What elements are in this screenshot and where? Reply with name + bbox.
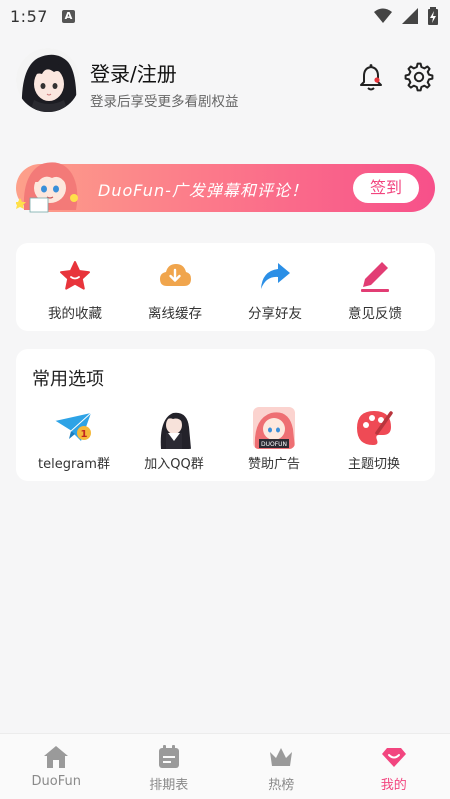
nav-item-mine[interactable]: 我的	[338, 734, 450, 799]
quick-action-label: 分享好友	[248, 306, 302, 322]
feedback-button[interactable]: 意见反馈	[330, 259, 420, 322]
status-time: 1:57	[10, 6, 48, 26]
nav-item-duofun[interactable]: DuoFun	[0, 734, 113, 799]
quick-actions-card: 我的收藏 离线缓存 分享好友 意见反馈	[16, 243, 435, 331]
calendar-icon	[156, 744, 182, 770]
profile-header: 登录/注册 登录后享受更多看剧权益	[16, 48, 436, 118]
cloud-download-icon	[158, 259, 192, 293]
duofun-mascot-icon: DUOFUN	[253, 407, 295, 449]
option-label: 赞助广告	[247, 457, 300, 472]
nav-item-schedule[interactable]: 排期表	[113, 734, 226, 799]
sponsor-caption: DUOFUN	[261, 441, 287, 448]
wifi-icon	[374, 8, 392, 23]
duofun-mascot-icon	[14, 154, 86, 214]
bell-icon[interactable]	[356, 62, 386, 92]
telegram-badge: 1	[81, 429, 88, 440]
common-options-card: 常用选项 1 telegram群 加入QQ群 DUOFUN 赞助广告 主题切换	[16, 349, 435, 481]
theme-switch-button[interactable]: 主题切换	[324, 407, 424, 472]
quick-action-label: 意见反馈	[348, 306, 402, 322]
nav-label: 热榜	[268, 778, 295, 793]
diamond-heart-icon	[381, 744, 407, 770]
option-label: telegram群	[38, 457, 110, 472]
login-register-link[interactable]: 登录/注册	[90, 58, 177, 87]
star-icon	[58, 259, 92, 293]
palette-icon	[353, 407, 395, 449]
quick-action-label: 我的收藏	[48, 306, 102, 322]
battery-icon	[428, 7, 438, 25]
home-icon	[43, 744, 69, 770]
notification-badge: A	[61, 9, 75, 23]
section-title: 常用选项	[32, 369, 104, 390]
cellular-signal-icon	[402, 8, 418, 24]
share-arrow-icon	[258, 259, 292, 293]
login-subtitle: 登录后享受更多看剧权益	[90, 94, 239, 110]
option-label: 主题切换	[347, 457, 400, 472]
share-friends-button[interactable]: 分享好友	[230, 259, 320, 322]
nav-label: 我的	[380, 778, 407, 793]
edit-pencil-icon	[358, 259, 392, 293]
nav-label: 排期表	[149, 778, 189, 793]
paper-plane-icon: 1	[53, 407, 95, 449]
option-label: 加入QQ群	[144, 457, 204, 472]
anime-character-icon	[153, 407, 195, 449]
status-bar: 1:57 A	[0, 0, 450, 32]
favorites-button[interactable]: 我的收藏	[30, 259, 120, 322]
offline-cache-button[interactable]: 离线缓存	[130, 259, 220, 322]
anime-girl-avatar[interactable]	[16, 48, 80, 112]
nav-item-hot[interactable]: 热榜	[225, 734, 338, 799]
qq-group-button[interactable]: 加入QQ群	[124, 407, 224, 472]
bottom-navigation: DuoFun 排期表 热榜 我的	[0, 733, 450, 799]
quick-action-label: 离线缓存	[148, 306, 202, 322]
telegram-group-button[interactable]: 1 telegram群	[24, 407, 124, 472]
nav-label: DuoFun	[31, 774, 81, 789]
checkin-button[interactable]: 签到	[353, 173, 419, 203]
gear-icon[interactable]	[404, 62, 434, 92]
checkin-banner[interactable]: DuoFun-广发弹幕和评论！ 签到	[14, 162, 435, 213]
sponsor-ad-button[interactable]: DUOFUN 赞助广告	[224, 407, 324, 472]
crown-icon	[268, 744, 294, 770]
banner-text: DuoFun-广发弹幕和评论！	[98, 181, 308, 200]
